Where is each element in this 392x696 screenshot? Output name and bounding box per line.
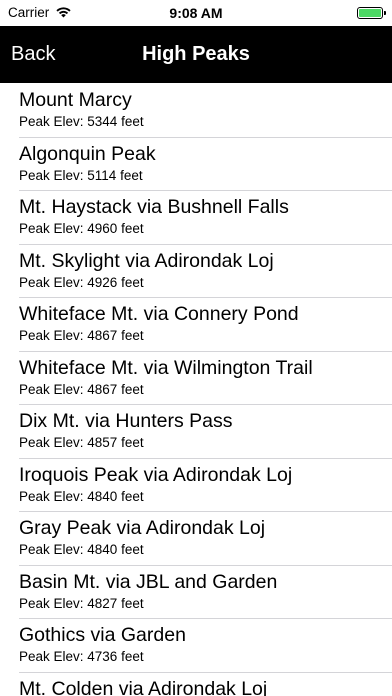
peak-elevation: Peak Elev: 4926 feet (19, 274, 144, 290)
list-item[interactable]: Mt. Haystack via Bushnell Falls Peak Elev… (0, 190, 392, 245)
peak-name: Iroquois Peak via Adirondak Loj (19, 463, 293, 486)
peak-elevation: Peak Elev: 5344 feet (19, 114, 144, 129)
peak-name: Gothics via Garden (19, 624, 186, 646)
navigation-bar: Back High Peaks (0, 26, 392, 83)
peak-elevation: Peak Elev: 4867 feet (19, 328, 144, 343)
status-time: 9:08 AM (169, 5, 223, 21)
list-item[interactable]: Gothics via Garden Peak Elev: 4736 feet (0, 618, 392, 673)
list-item[interactable]: Mount Marcy Peak Elev: 5344 feet (0, 83, 392, 138)
list-item[interactable]: Dix Mt. via Hunters Pass Peak Elev: 4857 … (0, 404, 392, 459)
peak-elevation: Peak Elev: 5114 feet (19, 167, 143, 183)
peak-elevation: Peak Elev: 4827 feet (19, 595, 144, 611)
peak-name: Algonquin Peak (19, 142, 156, 165)
peak-elevation: Peak Elev: 4736 feet (19, 649, 144, 664)
peak-name: Mount Marcy (19, 89, 132, 111)
battery-icon (357, 7, 386, 19)
list-item[interactable]: Whiteface Mt. via Connery Pond Peak Elev:… (0, 297, 392, 352)
list-item[interactable]: Gray Peak via Adirondak Loj Peak Elev: 48… (0, 511, 392, 566)
list-item[interactable]: Iroquois Peak via Adirondak Loj Peak Elev… (0, 458, 392, 512)
peak-elevation: Peak Elev: 4960 feet (19, 221, 144, 236)
list-item[interactable]: Mt. Skylight via Adirondak Loj Peak Elev:… (0, 244, 392, 298)
list-item[interactable]: Mt. Colden via Adirondak Loj (0, 672, 392, 696)
peak-name: Mt. Haystack via Bushnell Falls (19, 196, 289, 218)
app-screen: Carrier 9:08 AM Back High Peaks Mount Ma… (0, 0, 392, 696)
peak-elevation: Peak Elev: 4867 feet (19, 381, 144, 397)
page-title: High Peaks (142, 43, 250, 65)
list-item[interactable]: Whiteface Mt. via Wilmington Trail Peak E… (0, 351, 392, 405)
peak-elevation: Peak Elev: 4840 feet (19, 488, 144, 504)
peak-name: Whiteface Mt. via Connery Pond (19, 303, 299, 325)
peak-name: Dix Mt. via Hunters Pass (19, 410, 233, 432)
peak-name: Whiteface Mt. via Wilmington Trail (19, 356, 313, 379)
peak-elevation: Peak Elev: 4857 feet (19, 435, 144, 450)
list-item[interactable]: Basin Mt. via JBL and Garden Peak Elev: 4… (0, 565, 392, 619)
peak-name: Basin Mt. via JBL and Garden (19, 570, 278, 593)
peak-elevation: Peak Elev: 4840 feet (19, 542, 144, 557)
list-item[interactable]: Algonquin Peak Peak Elev: 5114 feet (0, 137, 392, 191)
peak-name: Mt. Skylight via Adirondak Loj (19, 249, 274, 272)
peak-name: Mt. Colden via Adirondak Loj (19, 677, 268, 696)
peak-list[interactable]: Mount Marcy Peak Elev: 5344 feet Algonquin… (0, 83, 392, 696)
battery-nub (384, 11, 386, 15)
battery-fill (359, 9, 381, 17)
peak-name: Gray Peak via Adirondak Loj (19, 517, 266, 539)
status-bar: Carrier 9:08 AM (0, 0, 392, 26)
